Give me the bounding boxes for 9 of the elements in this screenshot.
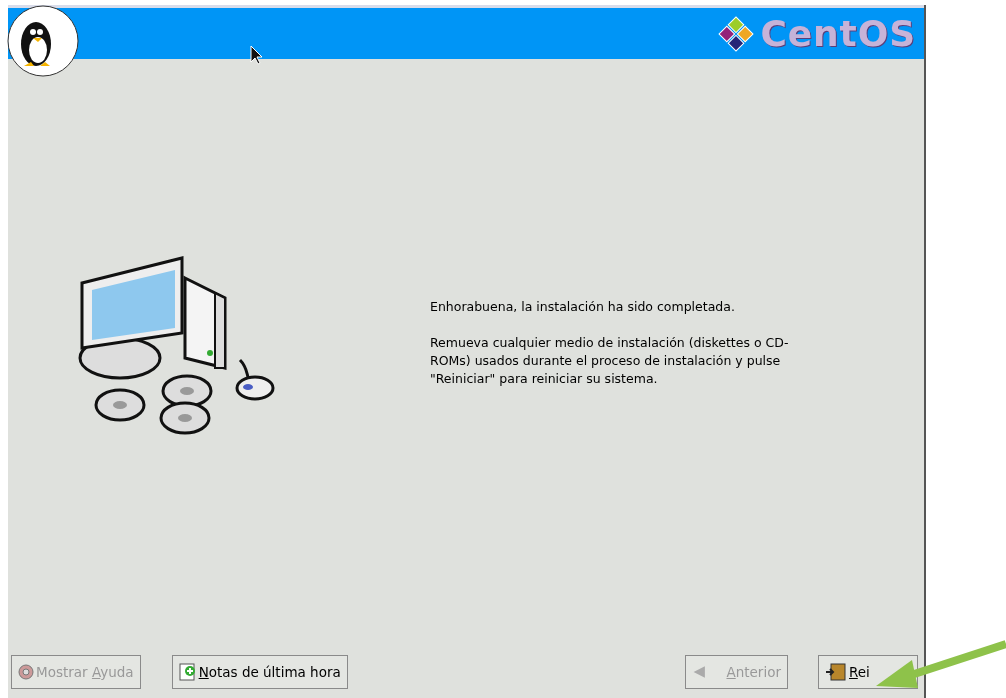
- left-arrow-icon: [692, 664, 707, 680]
- instruction-text: Remueva cualquier medio de instalación (diskettes o CD-ROMs) usados durante el proceso de instalación y pulse "Reiniciar" para reiniciar su sistema.: [430, 333, 790, 388]
- logo-text: CentOS: [760, 15, 916, 52]
- release-notes-button[interactable]: Notas de última hora: [171, 655, 348, 689]
- note-add-icon: [178, 663, 197, 681]
- success-message: Enhorabuena, la instalación ha sido completada.: [430, 297, 736, 316]
- lifebuoy-icon: [18, 664, 34, 680]
- exit-door-icon: [825, 663, 847, 681]
- mouse-cursor-icon: [250, 45, 264, 65]
